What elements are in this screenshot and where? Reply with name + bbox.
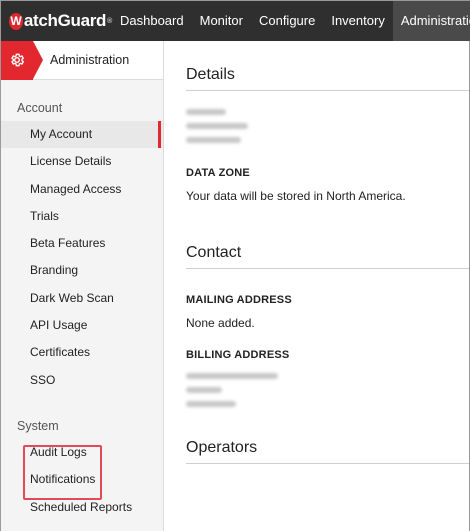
redacted-line <box>186 373 278 379</box>
sidebar-item-trials[interactable]: Trials <box>1 203 163 230</box>
main-nav: Dashboard Monitor Configure Inventory Ad… <box>112 1 470 41</box>
nav-monitor[interactable]: Monitor <box>192 1 251 41</box>
sidebar-item-sso[interactable]: SSO <box>1 367 163 394</box>
nav-administration[interactable]: Administration <box>392 1 470 41</box>
sidebar-header-icon-block <box>1 40 43 80</box>
sidebar-item-audit-logs[interactable]: Audit Logs <box>1 439 163 466</box>
redacted-line <box>186 401 236 407</box>
account-info-redacted <box>186 109 469 143</box>
sidebar-item-dark-web-scan[interactable]: Dark Web Scan <box>1 285 163 312</box>
mailing-address-text: None added. <box>186 316 255 330</box>
nav-dashboard[interactable]: Dashboard <box>112 1 192 41</box>
sidebar-item-scheduled-reports[interactable]: Scheduled Reports <box>1 494 163 521</box>
section-label-system: System <box>17 418 59 433</box>
main-content: Details DATA ZONE Your data will be stor… <box>164 41 469 531</box>
billing-address-heading: BILLING ADDRESS <box>186 349 290 361</box>
nav-configure[interactable]: Configure <box>251 1 323 41</box>
logo-mark-icon: W <box>9 12 23 30</box>
data-zone-text: Your data will be stored in North Americ… <box>186 189 406 203</box>
operators-title: Operators <box>186 439 469 464</box>
sidebar-item-branding[interactable]: Branding <box>1 257 163 284</box>
sidebar-item-my-account[interactable]: My Account <box>1 121 163 149</box>
mailing-address-heading: MAILING ADDRESS <box>186 294 292 306</box>
redacted-line <box>186 123 248 129</box>
sidebar: Administration Account My Account Licens… <box>1 40 164 531</box>
sidebar-item-license-details[interactable]: License Details <box>1 148 163 175</box>
sidebar-item-managed-access[interactable]: Managed Access <box>1 176 163 203</box>
sidebar-item-beta-features[interactable]: Beta Features <box>1 230 163 257</box>
redacted-line <box>186 137 241 143</box>
contact-title: Contact <box>186 244 469 269</box>
section-label-account: Account <box>17 101 63 115</box>
nav-inventory[interactable]: Inventory <box>323 1 392 41</box>
sidebar-title: Administration <box>50 53 130 67</box>
sidebar-item-notifications[interactable]: Notifications <box>1 466 163 493</box>
redacted-line <box>186 387 222 393</box>
sidebar-header: Administration <box>1 40 163 80</box>
gear-icon <box>9 52 25 68</box>
top-navigation-bar: WatchGuard ® Dashboard Monitor Configure … <box>1 1 470 41</box>
data-zone-heading: DATA ZONE <box>186 167 250 179</box>
sidebar-item-api-usage[interactable]: API Usage <box>1 312 163 339</box>
sidebar-item-certificates[interactable]: Certificates <box>1 339 163 366</box>
redacted-line <box>186 109 226 115</box>
watchguard-logo[interactable]: WatchGuard ® <box>1 1 112 41</box>
logo-text: atchGuard <box>23 11 107 30</box>
billing-address-redacted <box>186 373 469 407</box>
details-title: Details <box>186 66 469 91</box>
